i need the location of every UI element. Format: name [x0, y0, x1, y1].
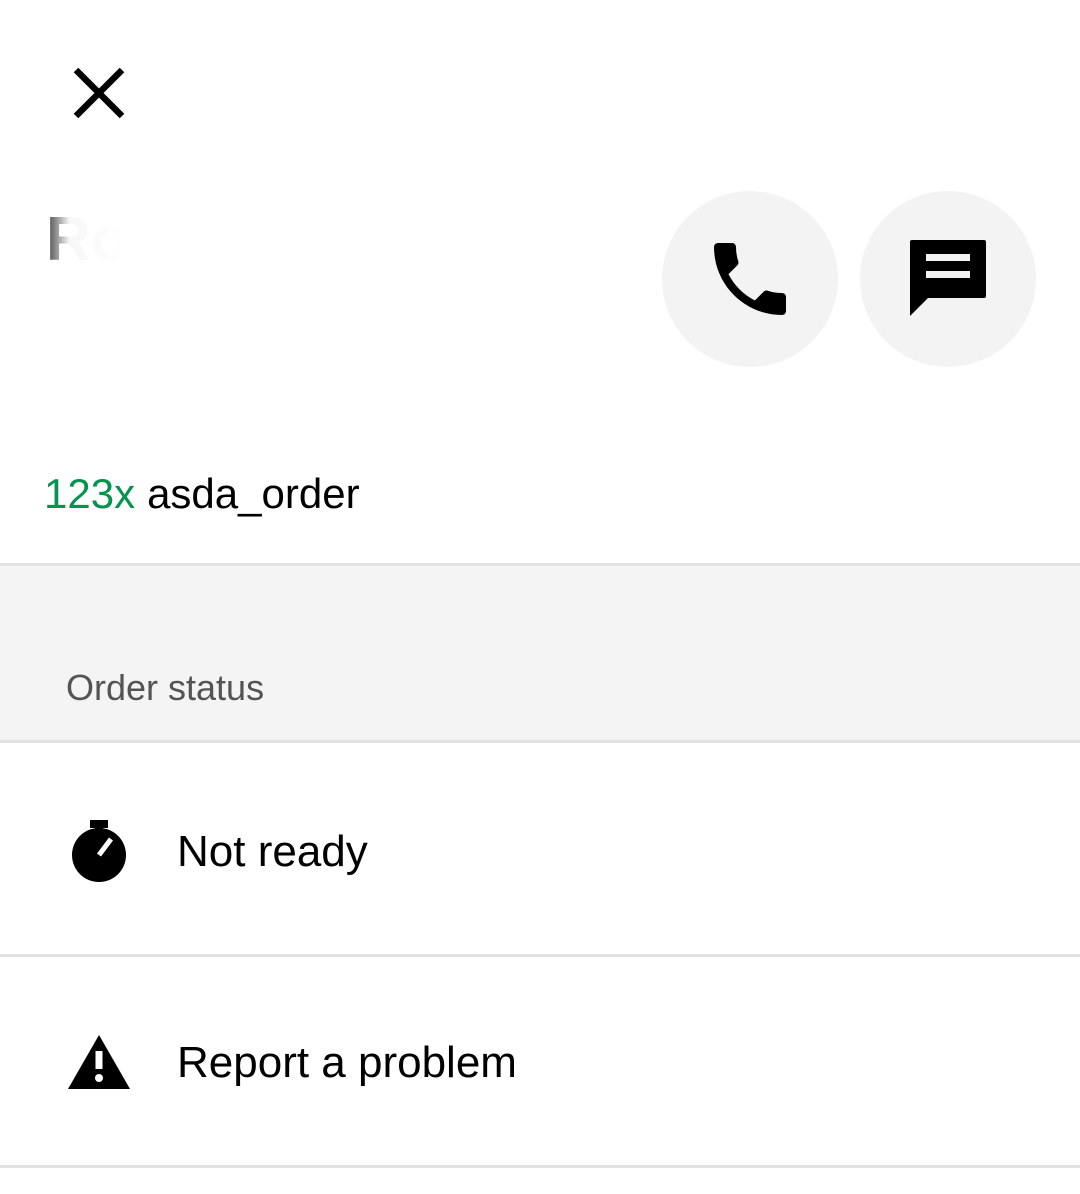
close-button[interactable] — [64, 58, 134, 128]
report-problem-row[interactable]: Report a problem — [0, 957, 1080, 1168]
phone-icon — [714, 243, 786, 315]
report-problem-label: Report a problem — [177, 1038, 517, 1087]
message-icon — [910, 240, 986, 316]
order-status-label: Not ready — [177, 827, 368, 876]
call-button[interactable] — [662, 191, 838, 367]
customer-name: Robert H. — [46, 206, 436, 274]
order-status-row[interactable]: Not ready — [0, 746, 1080, 957]
section-title: Order status — [66, 667, 265, 708]
stopwatch-icon — [66, 818, 132, 884]
order-item: 123x asda_order — [44, 468, 360, 520]
order-item-name: asda_order — [147, 470, 360, 517]
customer-name-text: Robert H. — [46, 206, 325, 274]
warning-icon — [66, 1029, 132, 1095]
order-quantity: 123x — [44, 470, 136, 517]
order-status-section-header: Order status — [0, 563, 1080, 743]
close-icon — [73, 67, 125, 119]
message-button[interactable] — [860, 191, 1036, 367]
